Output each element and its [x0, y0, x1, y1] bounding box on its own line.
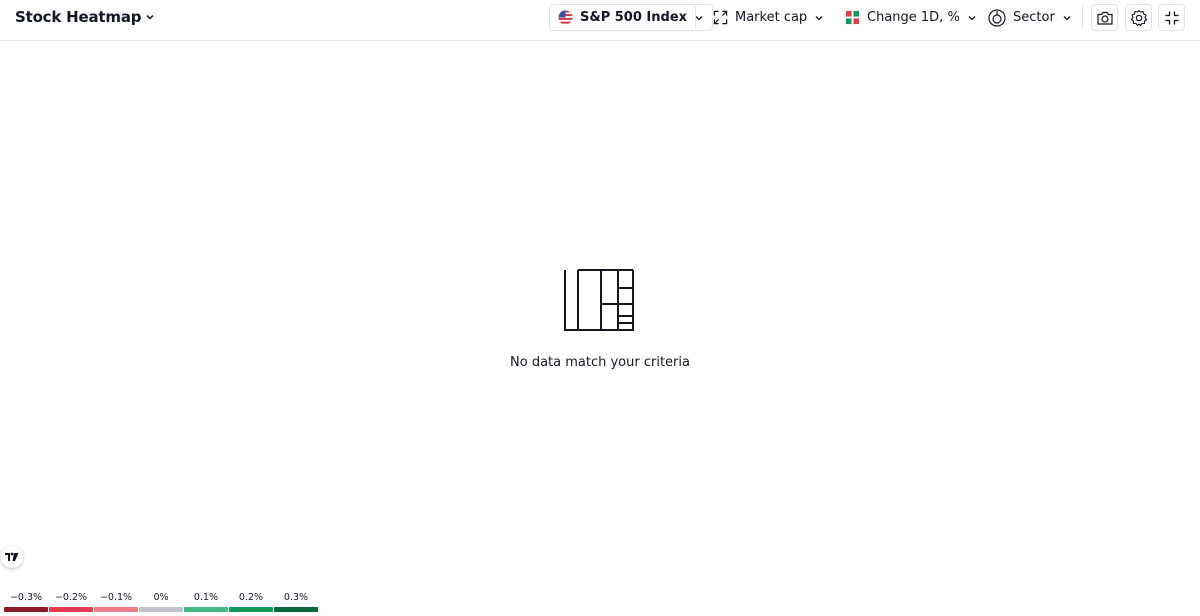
- tradingview-logo[interactable]: [1, 546, 23, 568]
- color-legend: −0.3% −0.2% −0.1% 0% 0.1% 0.2% 0.3%: [4, 591, 318, 612]
- heatmap-icon: [564, 269, 634, 331]
- toolbar: Stock Heatmap S&P 500 Index Market cap C…: [0, 0, 1200, 41]
- expand-icon: [713, 10, 728, 25]
- size-label: Market cap: [735, 10, 808, 25]
- color-selector[interactable]: Change 1D, %: [845, 4, 977, 31]
- group-selector[interactable]: Sector: [988, 4, 1072, 31]
- chevron-down-icon: [1063, 15, 1071, 20]
- divider: [695, 6, 696, 28]
- tradingview-logo-icon: [5, 552, 19, 561]
- index-label: S&P 500 Index: [580, 10, 688, 25]
- legend-label: 0.2%: [238, 592, 264, 603]
- index-selector[interactable]: S&P 500 Index: [549, 4, 714, 31]
- legend-label: −0.3%: [9, 592, 43, 603]
- color-label: Change 1D, %: [867, 10, 960, 25]
- settings-button[interactable]: [1125, 4, 1152, 31]
- legend-item: 0.3%: [274, 591, 318, 612]
- legend-item: 0%: [139, 591, 183, 612]
- legend-item: −0.1%: [94, 591, 138, 612]
- us-flag-icon: [558, 10, 573, 25]
- collapse-icon: [1165, 11, 1178, 24]
- size-selector[interactable]: Market cap: [713, 4, 824, 31]
- legend-item: −0.2%: [49, 591, 93, 612]
- legend-label: −0.1%: [99, 592, 133, 603]
- chevron-down-icon: [968, 15, 976, 20]
- legend-swatch: [49, 607, 93, 612]
- legend-swatch: [139, 607, 183, 612]
- page-title: Stock Heatmap: [15, 8, 142, 26]
- fullscreen-button[interactable]: [1158, 4, 1185, 31]
- heatmap-page: Stock Heatmap S&P 500 Index Market cap C…: [0, 0, 1200, 616]
- gear-icon: [1130, 9, 1147, 26]
- legend-swatch: [184, 607, 228, 612]
- legend-swatch: [274, 607, 318, 612]
- legend-label: 0.1%: [193, 592, 219, 603]
- legend-item: 0.2%: [229, 591, 273, 612]
- chevron-down-icon: [815, 15, 823, 20]
- camera-icon: [1096, 11, 1113, 25]
- legend-label: −0.2%: [54, 592, 88, 603]
- legend-label: 0.3%: [283, 592, 309, 603]
- divider: [1082, 6, 1083, 28]
- legend-item: 0.1%: [184, 591, 228, 612]
- legend-swatch: [229, 607, 273, 612]
- sector-icon: [988, 8, 1006, 27]
- legend-label: 0%: [153, 592, 169, 603]
- legend-swatch: [4, 607, 48, 612]
- screenshot-button[interactable]: [1091, 4, 1118, 31]
- legend-item: −0.3%: [4, 591, 48, 612]
- group-label: Sector: [1013, 10, 1055, 25]
- color-grid-icon: [845, 10, 860, 25]
- legend-swatch: [94, 607, 138, 612]
- chevron-down-icon: [146, 14, 154, 20]
- heatmap-title-button[interactable]: Stock Heatmap: [15, 6, 155, 28]
- empty-state-message: No data match your criteria: [510, 355, 690, 370]
